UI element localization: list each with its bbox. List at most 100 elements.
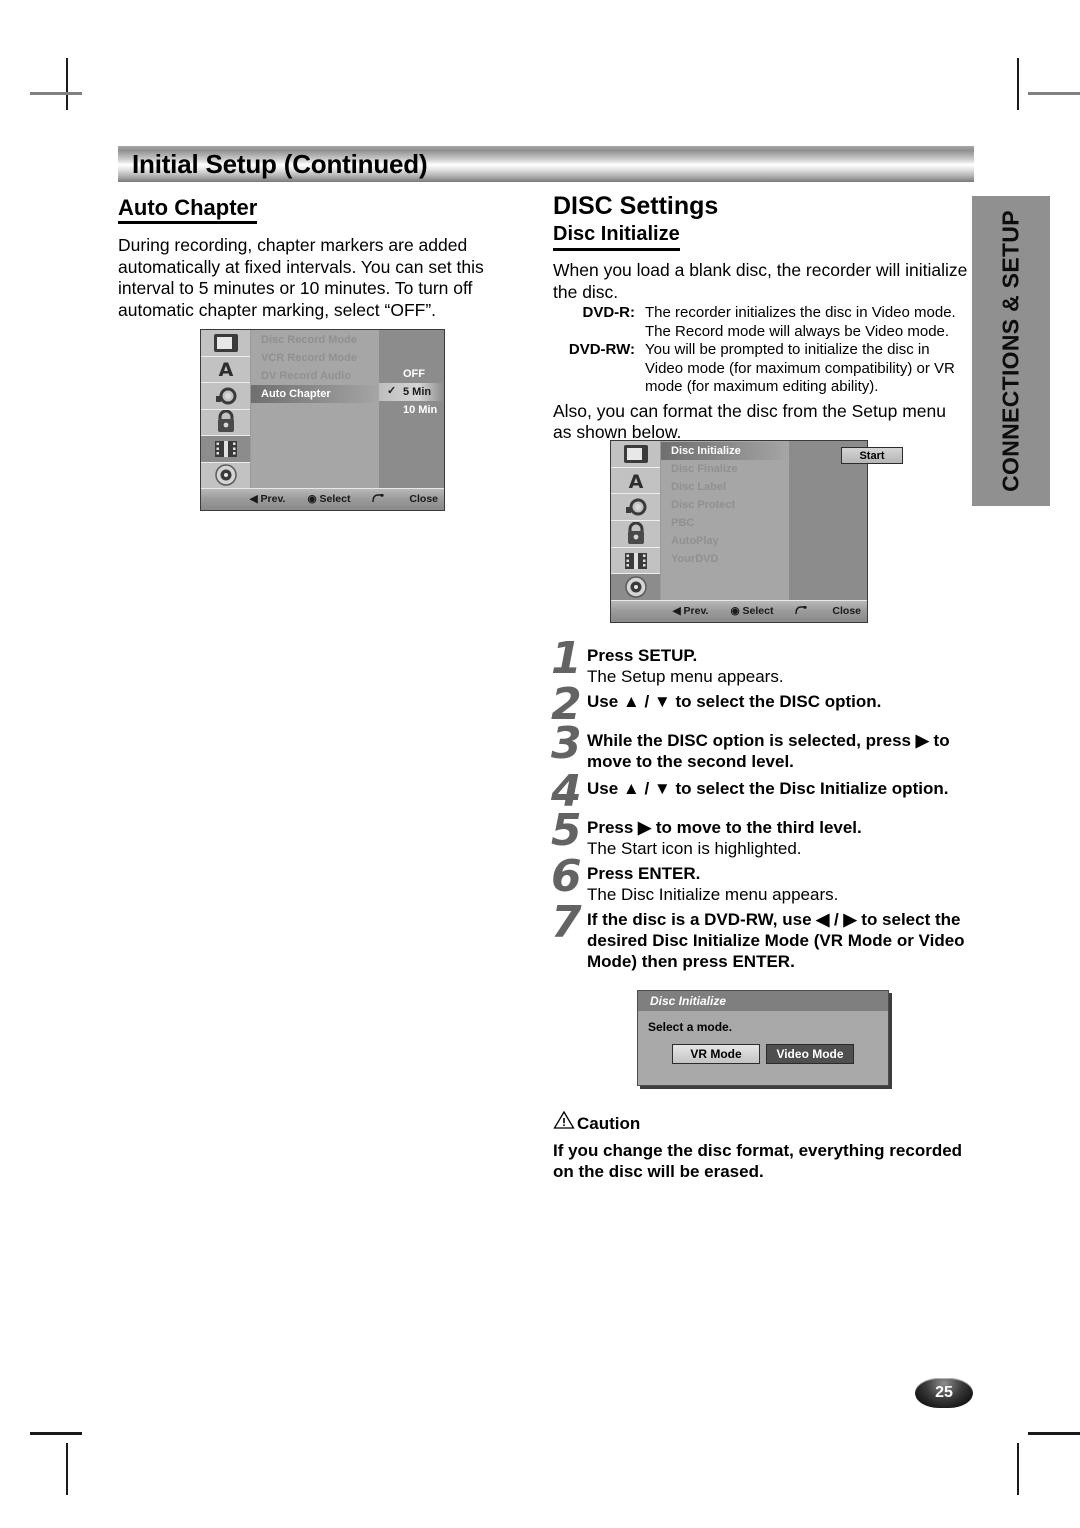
page-number-badge: 25: [915, 1378, 973, 1408]
check-icon: ✓: [387, 385, 397, 397]
definition-term-dvd-r: DVD-R:: [582, 304, 636, 321]
crop-mark-top-left-h: [30, 92, 82, 95]
menu-item-disc-protect[interactable]: Disc Protect: [661, 496, 789, 514]
crop-mark-bottom-left-v: [66, 1443, 68, 1495]
side-section-tab: CONNECTIONS & SETUP: [972, 196, 1050, 506]
crop-mark-bottom-right-v: [1017, 1443, 1019, 1495]
step-5-bold: Press ▶ to move to the third level.: [587, 818, 862, 837]
definition-row-dvd-rw: DVD-RW: You will be prompted to initiali…: [553, 341, 968, 397]
footer-prev[interactable]: ◀ Prev.: [673, 605, 709, 617]
osd-body: A Disc Record Mode VCR Record Mode DV Re…: [201, 330, 444, 488]
osd-auto-chapter: A Disc Record Mode VCR Record Mode DV Re…: [200, 329, 445, 511]
disc-icon[interactable]: [201, 463, 250, 489]
side-section-tab-label: CONNECTIONS & SETUP: [997, 210, 1024, 492]
disc-initialize-heading: Disc Initialize: [553, 222, 680, 251]
svg-text:A: A: [218, 359, 233, 380]
footer-select[interactable]: ◉ Select: [730, 605, 773, 617]
right-column: DISC Settings Disc Initialize When you l…: [553, 191, 968, 444]
film-icon[interactable]: [611, 548, 660, 575]
menu-item-autoplay[interactable]: AutoPlay: [661, 532, 789, 550]
footer-close[interactable]: Close: [795, 605, 861, 617]
osd-footer: ◀ Prev. ◉ Select Close: [201, 488, 444, 509]
menu-item-disc-label[interactable]: Disc Label: [661, 478, 789, 496]
crop-mark-bottom-left-h: [30, 1432, 82, 1435]
definition-term-dvd-rw: DVD-RW:: [568, 341, 635, 358]
menu-item-dv-record-audio[interactable]: DV Record Audio: [251, 367, 379, 385]
disc-initialize-outro: Also, you can format the disc from the S…: [553, 400, 946, 443]
video-mode-button[interactable]: Video Mode: [766, 1044, 854, 1064]
option-10-min-label: 10 Min: [403, 404, 438, 416]
step-7-bold: If the disc is a DVD-RW, use ◀ / ▶ to se…: [587, 910, 965, 971]
language-icon[interactable]: A: [611, 468, 660, 495]
step-4-bold: Use ▲ / ▼ to select the Disc Initialize …: [587, 779, 949, 798]
option-5-min[interactable]: ✓ 5 Min: [379, 383, 444, 401]
disc-settings-heading: DISC Settings: [553, 192, 719, 220]
option-off-label: OFF: [403, 368, 425, 380]
footer-prev[interactable]: ◀ Prev.: [250, 493, 286, 505]
menu-item-vcr-record-mode[interactable]: VCR Record Mode: [251, 349, 379, 367]
definition-row-dvd-r: DVD-R: The recorder initializes the disc…: [553, 304, 968, 341]
osd-icon-rail: A: [201, 330, 251, 488]
osd-disc-initialize: A Disc Initialize Disc Finalize Disc Lab…: [610, 440, 903, 623]
step-2-bold: Use ▲ / ▼ to select the DISC option.: [587, 692, 882, 711]
film-icon[interactable]: [201, 436, 250, 463]
step-7-number: 7: [551, 897, 582, 948]
caution-heading-label: Caution: [577, 1114, 641, 1133]
dialog-button-row: VR Mode Video Mode: [638, 1044, 888, 1064]
step-6-plain: The Disc Initialize menu appears.: [587, 885, 839, 904]
osd-options-column: OFF ✓ 5 Min 10 Min: [379, 330, 444, 488]
auto-chapter-heading: Auto Chapter: [118, 194, 258, 224]
osd-action-column: Start: [789, 441, 903, 600]
tv-icon[interactable]: [201, 330, 250, 357]
tv-icon[interactable]: [611, 441, 660, 468]
menu-item-disc-record-mode[interactable]: Disc Record Mode: [251, 331, 379, 349]
lock-icon[interactable]: [201, 410, 250, 436]
step-7: 7 If the disc is a DVD-RW, use ◀ / ▶ to …: [551, 901, 973, 972]
menu-item-yourdvd[interactable]: YourDVD: [661, 550, 789, 568]
step-3: 3 While the DISC option is selected, pre…: [551, 722, 973, 772]
osd-body-2: A Disc Initialize Disc Finalize Disc Lab…: [611, 441, 903, 601]
osd-menu-column: Disc Record Mode VCR Record Mode DV Reco…: [251, 330, 379, 488]
definition-desc-dvd-rw: You will be prompted to initialize the d…: [645, 341, 955, 395]
start-button[interactable]: Start: [841, 447, 903, 464]
footer-close-label: Close: [409, 493, 438, 505]
step-5: 5 Press ▶ to move to the third level. Th…: [551, 809, 973, 859]
warning-triangle-icon: [553, 1110, 575, 1134]
step-6-bold: Press ENTER.: [587, 864, 701, 883]
svg-text:A: A: [628, 471, 643, 492]
caution-body-text: If you change the disc format, everythin…: [553, 1141, 963, 1181]
audio-icon[interactable]: [201, 383, 250, 410]
option-off[interactable]: OFF: [379, 365, 444, 383]
footer-close-label: Close: [832, 605, 861, 617]
step-6: 6 Press ENTER. The Disc Initialize menu …: [551, 855, 973, 905]
dialog-message: Select a mode.: [648, 1020, 733, 1034]
option-10-min[interactable]: 10 Min: [379, 401, 444, 419]
crop-mark-top-left-v: [66, 58, 68, 110]
auto-chapter-paragraph: During recording, chapter markers are ad…: [118, 235, 484, 320]
language-icon[interactable]: A: [201, 357, 250, 383]
step-1: 1 Press SETUP. The Setup menu appears.: [551, 637, 973, 687]
footer-close[interactable]: Close: [372, 493, 438, 505]
menu-item-auto-chapter[interactable]: Auto Chapter: [251, 385, 379, 403]
step-1-number: 1: [551, 633, 582, 684]
lock-icon[interactable]: [611, 521, 660, 548]
menu-item-disc-finalize[interactable]: Disc Finalize: [661, 460, 789, 478]
vr-mode-button[interactable]: VR Mode: [672, 1044, 760, 1064]
caution-heading-row: Caution: [553, 1110, 973, 1134]
disc-icon[interactable]: [611, 574, 660, 601]
step-5-number: 5: [551, 805, 582, 856]
disc-type-definitions: DVD-R: The recorder initializes the disc…: [553, 304, 968, 397]
option-5-min-label: 5 Min: [403, 386, 432, 398]
audio-icon[interactable]: [611, 494, 660, 522]
disc-initialize-intro: When you load a blank disc, the recorder…: [553, 260, 968, 302]
osd-icon-rail-2: A: [611, 441, 661, 601]
crop-mark-bottom-right-h: [1028, 1432, 1080, 1435]
crop-mark-top-right-h: [1028, 92, 1080, 95]
menu-item-disc-initialize[interactable]: Disc Initialize: [661, 442, 789, 460]
step-3-bold: While the DISC option is selected, press…: [587, 731, 950, 771]
menu-item-pbc[interactable]: PBC: [661, 514, 789, 532]
step-3-number: 3: [551, 718, 582, 769]
instruction-steps: 1 Press SETUP. The Setup menu appears. 2…: [551, 637, 973, 976]
step-5-plain: The Start icon is highlighted.: [587, 839, 802, 858]
footer-select[interactable]: ◉ Select: [307, 493, 350, 505]
